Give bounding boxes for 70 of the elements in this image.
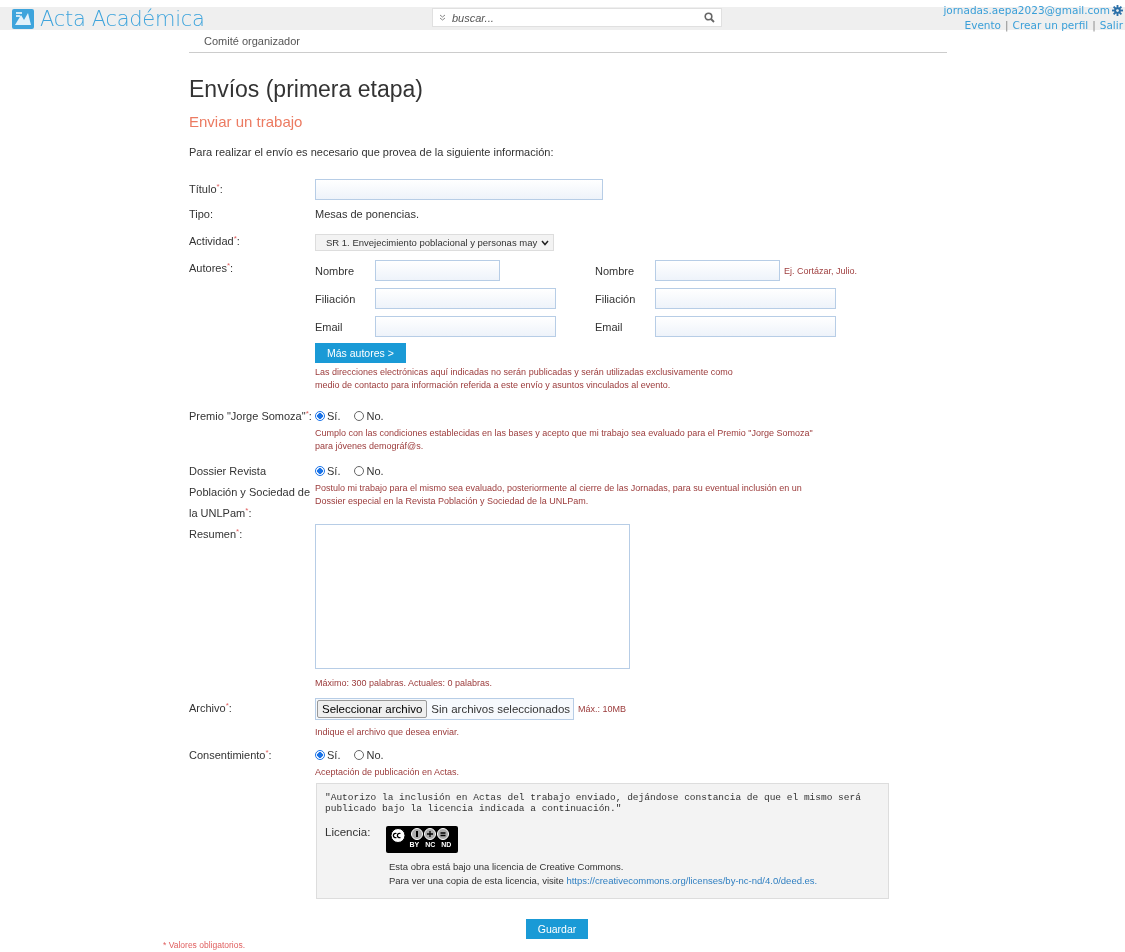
field-label: Nombre: [595, 263, 636, 279]
field-label: Consentimiento*:: [189, 747, 273, 763]
license-link[interactable]: https://creativecommons.org/licenses/by-nc-nd/4.0/deed.es.: [566, 875, 818, 886]
section-subtitle: Enviar un trabajo: [189, 113, 304, 131]
radio-button[interactable]: [315, 411, 325, 421]
activity-select[interactable]: SR 1. Envejecimiento poblacional y personas may: [315, 234, 555, 251]
field-label: Nombre: [315, 263, 356, 279]
radio-option-label: No.: [366, 409, 384, 424]
help-text: Aceptación de publicación en Actas.: [315, 766, 461, 779]
field-label: Actividad*:: [189, 233, 241, 249]
text-input[interactable]: [375, 260, 500, 281]
consent-quote: "Autorizo la inclusión en Actas del trabajo enviado, dejándose constancia de que el mismo será publicado bajo la licencia indicada a continuación.": [325, 792, 862, 814]
radio-option-label: No.: [366, 748, 384, 763]
field-label: Email: [595, 319, 624, 335]
help-text: Postulo mi trabajo para el mismo sea evaluado, posteriormente al cierre de las Jornadas, para su eventual inclusión en un Dossier especial en la Revista Población y Sociedad de la UNLPam.: [315, 482, 803, 508]
save-button[interactable]: Guardar: [525, 919, 589, 939]
page-title: Envíos (primera etapa): [189, 75, 424, 103]
radio-button[interactable]: [354, 466, 365, 476]
search-input[interactable]: buscar...: [452, 11, 698, 24]
intro-text: Para realizar el envío es necesario que provea de la siguiente información:: [189, 145, 555, 159]
license-text: Esta obra está bajo una licencia de Creative Commons.: [389, 860, 625, 874]
input-hint: Ej. Cortázar, Julio.: [784, 264, 858, 278]
field-label: Tipo:: [189, 207, 215, 222]
file-input[interactable]: Seleccionar archivo Sin archivos seleccionados: [315, 698, 575, 720]
license-link-prefix: Para ver una copia de esta licencia, visite: [389, 875, 564, 886]
text-input[interactable]: [655, 316, 836, 337]
field-label: Resumen*:: [189, 526, 244, 542]
license-label: Licencia:: [325, 826, 371, 838]
search-icon[interactable]: [704, 12, 715, 23]
text-input[interactable]: [315, 179, 603, 200]
field-label: Archivo*:: [189, 700, 233, 716]
breadcrumb-item[interactable]: Comité organizador: [189, 30, 947, 53]
field-label: Filiación: [315, 291, 357, 307]
text-input[interactable]: [655, 288, 836, 309]
site-logo-text[interactable]: Acta Académica: [40, 8, 205, 30]
field-label: Dossier Revista Población y Sociedad de la UNLPam*:: [189, 464, 312, 521]
double-chevron-icon: [439, 14, 446, 21]
nav-link[interactable]: Evento: [964, 18, 1002, 33]
settings-icon[interactable]: [1112, 5, 1123, 16]
field-value: Mesas de ponencias.: [315, 207, 420, 222]
radio-button[interactable]: [315, 466, 325, 476]
radio-button[interactable]: [354, 750, 365, 760]
help-text: Cumplo con las condiciones establecidas en las bases y acepto que mi trabajo sea evaluado para el Premio "Jorge Somoza" para jóvenes demográf@s.: [315, 427, 814, 453]
nav-link[interactable]: Salir: [1099, 18, 1123, 33]
file-size-limit: Máx.: 10MB: [578, 703, 627, 716]
field-label: Email: [315, 319, 344, 335]
help-text: Máximo: 300 palabras. Actuales: 0 palabras.: [315, 677, 494, 690]
radio-option-label: Sí.: [327, 464, 341, 479]
search-field[interactable]: buscar...: [432, 8, 722, 27]
field-label: Premio "Jorge Somoza"*:: [189, 408, 313, 424]
radio-option-label: Sí.: [327, 748, 341, 763]
field-label: Filiación: [595, 291, 637, 307]
text-input[interactable]: [375, 316, 556, 337]
radio-button[interactable]: [315, 750, 325, 760]
field-label: Autores*:: [189, 260, 235, 276]
help-text: Las direcciones electrónicas aquí indicadas no serán publicadas y serán utilizadas exclusivamente como medio de contacto para información referida a este envío y asuntos vinculados al evento.: [315, 366, 734, 392]
chevron-down-icon: [541, 239, 550, 246]
link-separator: |: [1005, 18, 1009, 33]
text-input[interactable]: [655, 260, 780, 281]
radio-option-label: No.: [366, 464, 384, 479]
radio-option-label: Sí.: [327, 409, 341, 424]
link-separator: |: [1092, 18, 1096, 33]
required-fields-note: * Valores obligatorios.: [163, 940, 247, 950]
nav-link[interactable]: Crear un perfil: [1012, 18, 1089, 33]
user-email: jornadas.aepa2023@gmail.com: [943, 3, 1110, 18]
text-input[interactable]: [375, 288, 556, 309]
field-label: Título*:: [189, 181, 224, 197]
radio-button[interactable]: [354, 411, 365, 421]
help-text: Indique el archivo que desea enviar.: [315, 726, 461, 739]
more-authors-button[interactable]: Más autores >: [315, 343, 406, 363]
